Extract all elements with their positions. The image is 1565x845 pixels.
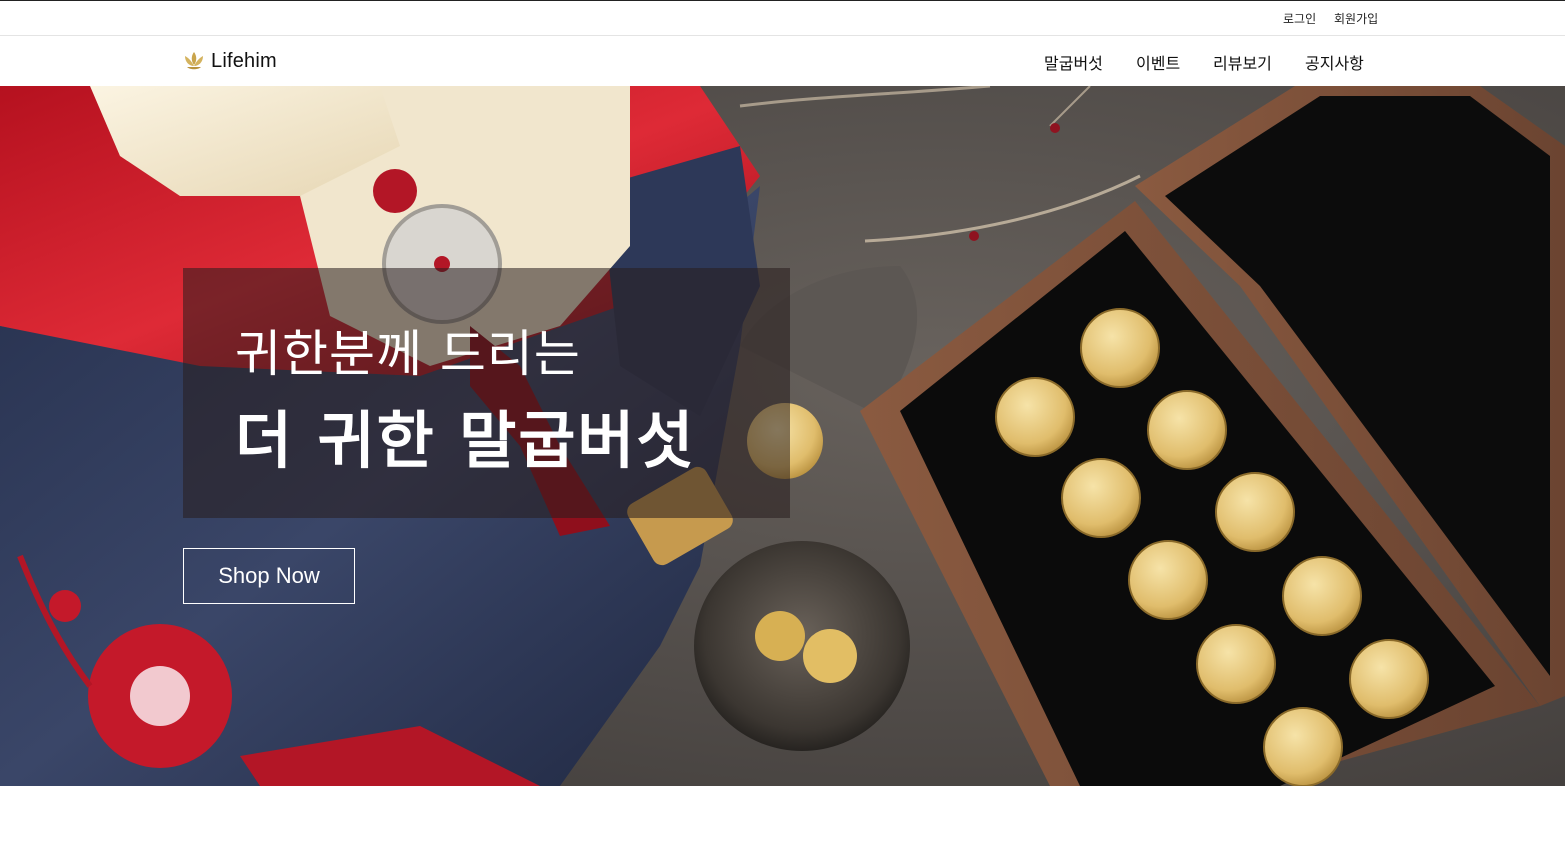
hero-banner: 귀한분께 드리는 더 귀한 말굽버섯 Shop Now xyxy=(0,86,1565,786)
nav-item-events[interactable]: 이벤트 xyxy=(1136,50,1180,74)
utility-bar: 로그인 회원가입 xyxy=(0,0,1565,36)
main-navigation: Lifehim 말굽버섯 이벤트 리뷰보기 공지사항 xyxy=(0,36,1565,86)
shop-now-button[interactable]: Shop Now xyxy=(183,548,355,604)
login-link[interactable]: 로그인 xyxy=(1283,10,1316,27)
page-bottom-area xyxy=(0,786,1565,845)
nav-item-reviews[interactable]: 리뷰보기 xyxy=(1213,50,1272,74)
signup-link[interactable]: 회원가입 xyxy=(1334,10,1378,27)
hero-caption-box: 귀한분께 드리는 더 귀한 말굽버섯 xyxy=(183,268,790,518)
site-logo[interactable]: Lifehim xyxy=(182,48,277,74)
lotus-icon xyxy=(185,52,203,70)
logo-text: Lifehim xyxy=(211,49,277,72)
nav-item-mushroom[interactable]: 말굽버섯 xyxy=(1044,50,1103,74)
hero-headline-line1: 귀한분께 드리는 xyxy=(235,325,581,383)
nav-item-notices[interactable]: 공지사항 xyxy=(1305,50,1364,74)
hero-headline-line2: 더 귀한 말굽버섯 xyxy=(235,404,696,477)
